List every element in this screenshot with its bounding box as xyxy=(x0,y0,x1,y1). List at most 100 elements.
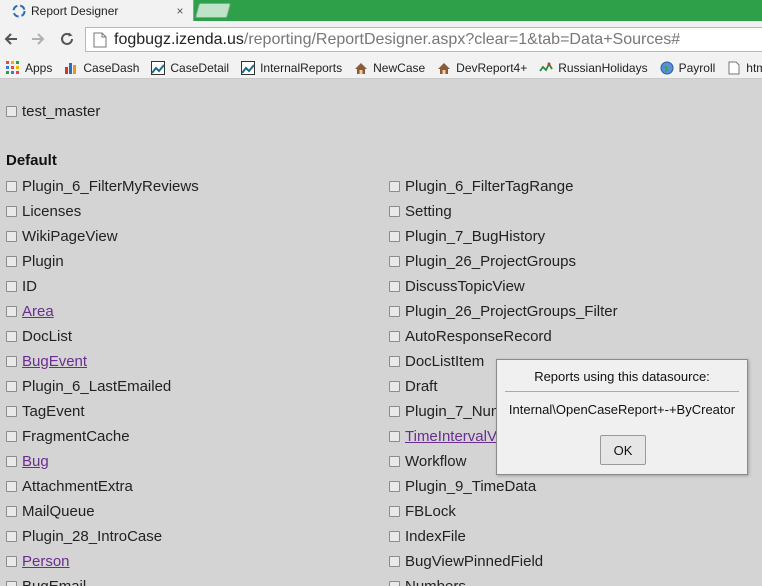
datasource-item[interactable]: DocListItem xyxy=(389,351,484,371)
checkbox[interactable] xyxy=(6,380,17,392)
datasource-item[interactable]: FragmentCache xyxy=(6,426,130,446)
checkbox[interactable] xyxy=(389,505,400,517)
datasource-item[interactable]: TimeIntervalV xyxy=(389,426,497,446)
checkbox[interactable] xyxy=(6,330,17,342)
checkbox[interactable] xyxy=(389,480,400,492)
datasource-item[interactable]: TagEvent xyxy=(6,401,85,421)
datasource-item[interactable]: BugEmail xyxy=(6,576,86,586)
bookmarks-bar: Apps CaseDash CaseDetail InternalReports New… xyxy=(0,57,762,79)
datasource-item[interactable]: Plugin_6_FilterMyReviews xyxy=(6,176,199,196)
checkbox[interactable] xyxy=(389,255,400,267)
checkbox[interactable] xyxy=(389,430,400,442)
datasource-item[interactable]: Plugin_9_TimeData xyxy=(389,476,536,496)
checkbox[interactable] xyxy=(389,555,400,567)
datasource-item[interactable]: Plugin_6_FilterTagRange xyxy=(389,176,573,196)
checkbox[interactable] xyxy=(6,455,17,467)
datasource-item[interactable]: Workflow xyxy=(389,451,466,471)
checkbox[interactable] xyxy=(6,480,17,492)
checkbox[interactable] xyxy=(6,555,17,567)
datasource-item[interactable]: AutoResponseRecord xyxy=(389,326,552,346)
checkbox[interactable] xyxy=(6,230,17,242)
checkbox[interactable] xyxy=(6,430,17,442)
bookmark-newcase[interactable]: NewCase xyxy=(354,61,425,75)
datasource-item[interactable]: Plugin_7_Num xyxy=(389,401,503,421)
datasource-item[interactable]: BugEvent xyxy=(6,351,87,371)
checkbox[interactable] xyxy=(389,305,400,317)
datasource-item[interactable]: Area xyxy=(6,301,54,321)
datasource-item[interactable]: MailQueue xyxy=(6,501,95,521)
checkbox[interactable] xyxy=(6,180,17,192)
checkbox[interactable] xyxy=(389,205,400,217)
checkbox[interactable] xyxy=(6,305,17,317)
checkbox[interactable] xyxy=(389,530,400,542)
datasource-item[interactable]: Person xyxy=(6,551,70,571)
checkbox[interactable] xyxy=(6,405,17,417)
ok-button[interactable]: OK xyxy=(600,435,646,465)
checkbox[interactable] xyxy=(6,280,17,292)
checkbox[interactable] xyxy=(6,505,17,517)
checkbox[interactable] xyxy=(389,180,400,192)
datasource-item[interactable]: Plugin_7_BugHistory xyxy=(389,226,545,246)
datasource-item[interactable]: Plugin_26_ProjectGroups_Filter xyxy=(389,301,618,321)
datasource-link[interactable]: Area xyxy=(22,303,54,320)
datasource-item[interactable]: ID xyxy=(6,276,37,296)
checkbox[interactable] xyxy=(6,255,17,267)
bookmark-casedetail[interactable]: CaseDetail xyxy=(151,60,229,75)
checkbox[interactable] xyxy=(6,205,17,217)
forward-button[interactable] xyxy=(27,28,49,50)
reports-using-datasource-dialog: Reports using this datasource: Internal\… xyxy=(496,359,748,475)
datasource-label: DocListItem xyxy=(405,352,485,370)
bookmark-apps[interactable]: Apps xyxy=(6,60,52,75)
bookmark-devreport4[interactable]: DevReport4+ xyxy=(437,61,527,75)
datasource-label: test_master xyxy=(22,102,101,120)
datasource-item[interactable]: DiscussTopicView xyxy=(389,276,525,296)
new-tab-button[interactable] xyxy=(194,3,232,18)
datasource-item[interactable]: AttachmentExtra xyxy=(6,476,133,496)
bookmark-internalreports[interactable]: InternalReports xyxy=(241,60,342,75)
datasource-label: Plugin_26_ProjectGroups_Filter xyxy=(405,302,618,320)
back-button[interactable] xyxy=(0,28,22,50)
datasource-item[interactable]: Numbers xyxy=(389,576,466,586)
browser-tab-report-designer[interactable]: Report Designer × xyxy=(0,0,194,21)
bookmark-casedash[interactable]: CaseDash xyxy=(64,61,139,75)
datasource-item[interactable]: Plugin_28_IntroCase xyxy=(6,526,162,546)
checkbox[interactable] xyxy=(389,280,400,292)
bookmark-russianholidays[interactable]: RussianHolidays xyxy=(539,61,648,75)
datasource-item-test-master[interactable]: test_master xyxy=(6,101,100,121)
checkbox[interactable] xyxy=(389,230,400,242)
datasource-item[interactable]: Setting xyxy=(389,201,452,221)
datasource-link[interactable]: TimeIntervalV xyxy=(405,428,497,445)
datasource-item[interactable]: WikiPageView xyxy=(6,226,118,246)
datasource-item[interactable]: IndexFile xyxy=(389,526,466,546)
datasource-label: Plugin_26_ProjectGroups xyxy=(405,252,576,270)
datasource-link[interactable]: Person xyxy=(22,553,70,570)
address-bar[interactable]: fogbugz.izenda.us/reporting/ReportDesign… xyxy=(85,27,762,52)
bookmark-htm[interactable]: htm xyxy=(727,61,762,75)
datasource-item[interactable]: Plugin_6_LastEmailed xyxy=(6,376,171,396)
datasource-item[interactable]: Bug xyxy=(6,451,49,471)
checkbox[interactable] xyxy=(389,355,400,367)
checkbox[interactable] xyxy=(389,405,400,417)
datasource-item[interactable]: FBLock xyxy=(389,501,456,521)
checkbox[interactable] xyxy=(389,330,400,342)
bookmark-label: DevReport4+ xyxy=(456,60,528,75)
tab-close-icon[interactable]: × xyxy=(171,4,189,18)
datasource-item[interactable]: Plugin_26_ProjectGroups xyxy=(389,251,576,271)
checkbox[interactable] xyxy=(389,580,400,586)
datasource-label: Draft xyxy=(405,377,438,395)
checkbox[interactable] xyxy=(389,380,400,392)
datasource-item[interactable]: DocList xyxy=(6,326,72,346)
datasource-link[interactable]: BugEvent xyxy=(22,353,87,370)
datasource-item[interactable]: Plugin xyxy=(6,251,64,271)
datasource-item[interactable]: Licenses xyxy=(6,201,81,221)
datasource-item[interactable]: BugViewPinnedField xyxy=(389,551,543,571)
reload-button[interactable] xyxy=(56,28,78,50)
checkbox[interactable] xyxy=(6,355,17,367)
checkbox[interactable] xyxy=(6,530,17,542)
checkbox[interactable] xyxy=(6,105,17,117)
checkbox[interactable] xyxy=(6,580,17,586)
checkbox[interactable] xyxy=(389,455,400,467)
datasource-item[interactable]: Draft xyxy=(389,376,438,396)
datasource-link[interactable]: Bug xyxy=(22,453,49,470)
bookmark-payroll[interactable]: Payroll xyxy=(660,61,715,75)
